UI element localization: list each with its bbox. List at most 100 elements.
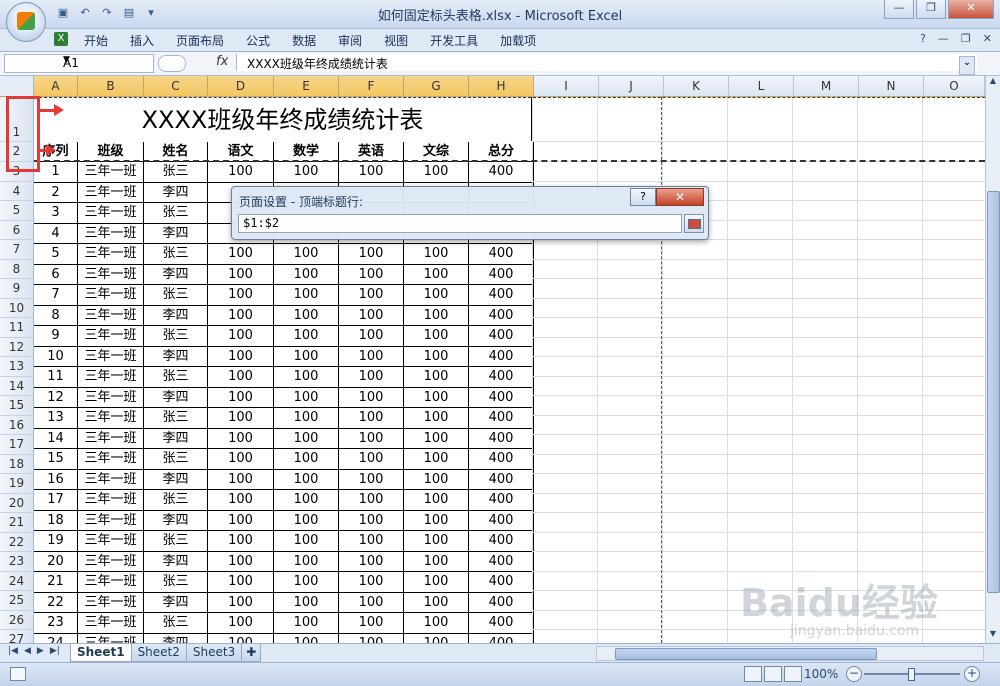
table-cell[interactable]: 100 <box>404 531 469 551</box>
table-cell[interactable]: 17 <box>34 490 78 510</box>
table-cell[interactable]: 100 <box>208 408 274 428</box>
table-cell[interactable]: 三年一班 <box>78 531 144 551</box>
table-cell[interactable]: 李四 <box>144 510 208 530</box>
horizontal-scroll-thumb[interactable] <box>615 648 877 660</box>
table-cell[interactable]: 100 <box>339 592 404 612</box>
table-cell[interactable]: 100 <box>208 346 274 366</box>
table-cell[interactable]: 100 <box>274 244 339 264</box>
table-cell[interactable]: 11 <box>34 367 78 387</box>
table-cell[interactable]: 16 <box>34 469 78 489</box>
tab-formulas[interactable]: 公式 <box>246 32 270 49</box>
table-cell[interactable]: 100 <box>404 408 469 428</box>
table-cell[interactable]: 100 <box>339 162 404 182</box>
table-cell[interactable]: 张三 <box>144 162 208 182</box>
zoom-slider[interactable] <box>864 668 960 681</box>
table-cell[interactable]: 三年一班 <box>78 223 144 243</box>
table-cell[interactable]: 100 <box>208 326 274 346</box>
row-header-4[interactable]: 4 <box>0 182 33 201</box>
table-cell[interactable]: 三年一班 <box>78 387 144 407</box>
tab-home[interactable]: 开始 <box>84 32 108 49</box>
table-cell[interactable]: 100 <box>404 264 469 284</box>
table-cell[interactable]: 400 <box>469 633 534 643</box>
workbook-restore-button[interactable]: ❐ <box>961 32 971 45</box>
column-header-l[interactable]: L <box>729 76 794 96</box>
column-header-c[interactable]: C <box>144 76 208 96</box>
table-cell[interactable]: 100 <box>339 490 404 510</box>
table-cell[interactable]: 100 <box>208 162 274 182</box>
table-cell[interactable]: 100 <box>404 387 469 407</box>
column-header-d[interactable]: D <box>208 76 274 96</box>
table-cell[interactable]: 23 <box>34 613 78 633</box>
last-sheet-icon[interactable]: ▶| <box>50 646 60 656</box>
table-cell[interactable]: 400 <box>469 531 534 551</box>
column-title-cell[interactable]: 语文 <box>208 142 274 161</box>
tab-data[interactable]: 数据 <box>292 32 316 49</box>
column-header-h[interactable]: H <box>469 76 534 96</box>
table-cell[interactable]: 100 <box>274 428 339 448</box>
table-cell[interactable]: 100 <box>339 285 404 305</box>
table-cell[interactable]: 100 <box>404 510 469 530</box>
table-cell[interactable]: 100 <box>274 449 339 469</box>
table-cell[interactable]: 三年一班 <box>78 346 144 366</box>
maximize-button[interactable]: ❐ <box>916 0 946 19</box>
table-cell[interactable]: 24 <box>34 633 78 643</box>
table-cell[interactable]: 张三 <box>144 326 208 346</box>
table-cell[interactable]: 400 <box>469 387 534 407</box>
row-header-12[interactable]: 12 <box>0 338 33 357</box>
column-header-f[interactable]: F <box>339 76 404 96</box>
table-cell[interactable]: 100 <box>208 264 274 284</box>
table-cell[interactable]: 400 <box>469 613 534 633</box>
scroll-down-icon[interactable]: ▼ <box>986 629 1000 643</box>
table-cell[interactable]: 张三 <box>144 490 208 510</box>
table-cell[interactable]: 4 <box>34 223 78 243</box>
table-cell[interactable]: 三年一班 <box>78 490 144 510</box>
table-cell[interactable]: 三年一班 <box>78 633 144 643</box>
table-cell[interactable]: 400 <box>469 264 534 284</box>
table-cell[interactable]: 100 <box>339 367 404 387</box>
table-cell[interactable]: 100 <box>339 510 404 530</box>
table-cell[interactable]: 100 <box>274 346 339 366</box>
chevron-down-icon[interactable]: ▼ <box>63 55 151 65</box>
table-cell[interactable]: 100 <box>404 449 469 469</box>
table-cell[interactable]: 100 <box>404 551 469 571</box>
table-cell[interactable]: 100 <box>339 326 404 346</box>
table-cell[interactable]: 100 <box>208 449 274 469</box>
table-cell[interactable]: 李四 <box>144 305 208 325</box>
column-header-b[interactable]: B <box>78 76 144 96</box>
worksheet-grid[interactable]: ABCDEFGHIJKLMNO 1 2 3 4 5 6 7 8 9 10 11 12 13 14 15 16 1… <box>0 76 985 643</box>
table-cell[interactable]: 100 <box>274 572 339 592</box>
column-header-k[interactable]: K <box>664 76 729 96</box>
table-cell[interactable]: 18 <box>34 510 78 530</box>
tab-insert[interactable]: 插入 <box>130 32 154 49</box>
table-cell[interactable]: 15 <box>34 449 78 469</box>
table-cell[interactable]: 三年一班 <box>78 326 144 346</box>
column-title-cell[interactable]: 英语 <box>339 142 404 161</box>
expand-dialog-button[interactable] <box>684 214 704 233</box>
table-cell[interactable]: 100 <box>208 387 274 407</box>
column-header-j[interactable]: J <box>599 76 664 96</box>
table-cell[interactable]: 100 <box>274 387 339 407</box>
column-header-e[interactable]: E <box>274 76 339 96</box>
table-cell[interactable]: 100 <box>404 613 469 633</box>
table-cell[interactable]: 100 <box>208 592 274 612</box>
table-cell[interactable]: 三年一班 <box>78 367 144 387</box>
row-header-5[interactable]: 5 <box>0 201 33 221</box>
table-cell[interactable]: 100 <box>404 469 469 489</box>
table-cell[interactable]: 三年一班 <box>78 613 144 633</box>
row-header-20[interactable]: 20 <box>0 494 33 513</box>
table-cell[interactable]: 100 <box>339 244 404 264</box>
table-cell[interactable]: 400 <box>469 490 534 510</box>
sheet-tab-sheet3[interactable]: Sheet3 <box>185 644 243 662</box>
table-cell[interactable]: 100 <box>339 633 404 643</box>
column-header-m[interactable]: M <box>794 76 859 96</box>
row-header-17[interactable]: 17 <box>0 435 33 455</box>
table-cell[interactable]: 400 <box>469 408 534 428</box>
table-cell[interactable]: 100 <box>339 264 404 284</box>
sheet-title-cell[interactable]: XXXX班级年终成绩统计表 <box>34 97 532 141</box>
column-header-o[interactable]: O <box>924 76 985 96</box>
table-cell[interactable]: 100 <box>274 162 339 182</box>
print-titles-rows-input[interactable]: $1:$2 <box>238 214 682 233</box>
table-cell[interactable]: 400 <box>469 367 534 387</box>
table-cell[interactable]: 三年一班 <box>78 182 144 202</box>
vertical-scroll-thumb[interactable] <box>987 191 1000 593</box>
